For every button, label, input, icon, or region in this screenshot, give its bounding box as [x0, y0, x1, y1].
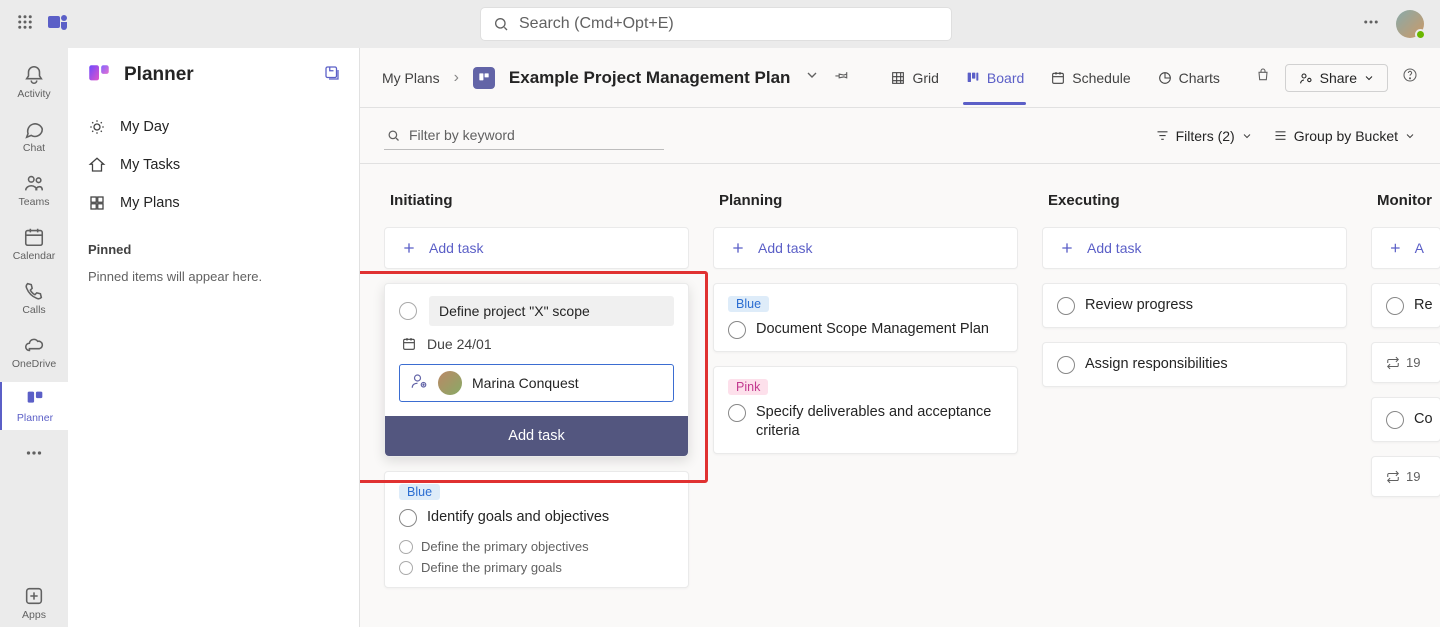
groupby-button[interactable]: Group by Bucket [1273, 128, 1416, 144]
task-card[interactable]: 19 [1371, 342, 1440, 383]
bucket-executing: Executing Add task Review progress Assig… [1042, 188, 1347, 627]
bucket-title[interactable]: Initiating [384, 188, 689, 213]
share-button[interactable]: Share [1285, 64, 1388, 92]
new-task-editor: Due 24/01 Marina Conquest Add task [384, 283, 689, 457]
waffle-icon[interactable] [16, 13, 34, 36]
sidebar-pinned-hint: Pinned items will appear here. [68, 263, 359, 290]
task-card[interactable]: 19 [1371, 456, 1440, 497]
rail-planner[interactable]: Planner [0, 382, 68, 430]
teams-left-rail: Activity Chat Teams Calendar Calls OneDr… [0, 48, 68, 627]
teams-logo-icon[interactable] [46, 10, 70, 39]
rail-calls[interactable]: Calls [0, 274, 68, 322]
view-charts[interactable]: Charts [1155, 64, 1222, 92]
assign-person-icon [410, 372, 428, 395]
planner-app-icon [86, 62, 112, 88]
top-right-actions [1362, 10, 1424, 38]
bag-icon[interactable] [1255, 67, 1271, 88]
chevron-right-icon: › [454, 69, 459, 87]
presence-available-icon [1415, 29, 1426, 40]
task-card[interactable]: Blue Identify goals and objectives Defin… [384, 471, 689, 588]
task-card[interactable]: Co [1371, 397, 1440, 442]
pin-icon[interactable] [834, 67, 850, 88]
plan-title: Example Project Management Plan [509, 68, 791, 88]
bucket-title[interactable]: Monitor [1371, 188, 1440, 213]
sidebar-section-pinned: Pinned [68, 228, 359, 263]
checklist-item[interactable]: Define the primary goals [399, 560, 674, 575]
sidebar-item-my-day[interactable]: My Day [68, 108, 359, 146]
new-task-title-input[interactable] [429, 296, 674, 326]
user-avatar[interactable] [1396, 10, 1424, 38]
rail-apps[interactable]: Apps [0, 579, 68, 627]
pop-out-icon[interactable] [323, 64, 341, 87]
new-task-confirm-button[interactable]: Add task [385, 416, 688, 456]
complete-toggle[interactable] [1386, 411, 1404, 429]
app-top-bar: Search (Cmd+Opt+E) [0, 0, 1440, 48]
rail-teams[interactable]: Teams [0, 166, 68, 214]
complete-toggle[interactable] [399, 509, 417, 527]
search-placeholder: Search (Cmd+Opt+E) [519, 15, 674, 33]
new-task-assignee-picker[interactable]: Marina Conquest [399, 364, 674, 402]
sidebar-item-my-plans[interactable]: My Plans [68, 184, 359, 222]
bucket-initiating: Initiating Add task Due 24/01 Marin [384, 188, 689, 627]
rail-onedrive[interactable]: OneDrive [0, 328, 68, 376]
rail-activity[interactable]: Activity [0, 58, 68, 106]
checklist-item[interactable]: Define the primary objectives [399, 539, 674, 554]
bucket-planning: Planning Add task Blue Document Scope Ma… [713, 188, 1018, 627]
view-schedule[interactable]: Schedule [1048, 64, 1132, 92]
task-card[interactable]: Pink Specify deliverables and acceptance… [713, 366, 1018, 454]
label-badge: Pink [728, 379, 768, 395]
task-card[interactable]: Review progress [1042, 283, 1347, 328]
complete-toggle[interactable] [728, 404, 746, 422]
add-task-button[interactable]: Add task [713, 227, 1018, 269]
new-task-due[interactable]: Due 24/01 [399, 336, 674, 352]
view-board[interactable]: Board [963, 64, 1026, 92]
task-card[interactable]: Blue Document Scope Management Plan [713, 283, 1018, 352]
assignee-avatar [438, 371, 462, 395]
complete-toggle[interactable] [1057, 356, 1075, 374]
planner-sidebar: Planner My Day My Tasks My Plans Pinned … [68, 48, 360, 627]
complete-toggle[interactable] [1386, 297, 1404, 315]
sidebar-item-my-tasks[interactable]: My Tasks [68, 146, 359, 184]
rail-calendar[interactable]: Calendar [0, 220, 68, 268]
complete-toggle[interactable] [1057, 297, 1075, 315]
help-icon[interactable] [1402, 67, 1418, 88]
chevron-down-icon[interactable] [804, 67, 820, 88]
rail-chat[interactable]: Chat [0, 112, 68, 160]
board-toolbar: Filter by keyword Filters (2) Group by B… [360, 108, 1440, 164]
filter-keyword-input[interactable]: Filter by keyword [384, 121, 664, 150]
bucket-title[interactable]: Planning [713, 188, 1018, 213]
add-task-button[interactable]: Add task [1042, 227, 1347, 269]
rail-more[interactable] [0, 436, 68, 470]
view-grid[interactable]: Grid [888, 64, 940, 92]
task-card[interactable]: Assign responsibilities [1042, 342, 1347, 387]
complete-toggle[interactable] [728, 321, 746, 339]
label-badge: Blue [399, 484, 440, 500]
add-task-button[interactable]: A [1371, 227, 1440, 269]
bucket-monitor: Monitor A Re 19 Co 19 [1371, 188, 1440, 627]
complete-toggle[interactable] [399, 302, 417, 320]
search-box[interactable]: Search (Cmd+Opt+E) [481, 8, 951, 40]
more-icon[interactable] [1362, 13, 1380, 36]
sidebar-app-name: Planner [124, 64, 311, 86]
label-badge: Blue [728, 296, 769, 312]
main-content: My Plans › Example Project Management Pl… [360, 48, 1440, 627]
filters-button[interactable]: Filters (2) [1155, 128, 1253, 144]
task-card[interactable]: Re [1371, 283, 1440, 328]
plan-header: My Plans › Example Project Management Pl… [360, 48, 1440, 108]
board: Initiating Add task Due 24/01 Marin [360, 164, 1440, 627]
bucket-title[interactable]: Executing [1042, 188, 1347, 213]
plan-icon [473, 67, 495, 89]
add-task-button[interactable]: Add task [384, 227, 689, 269]
breadcrumb-my-plans[interactable]: My Plans [382, 70, 440, 86]
